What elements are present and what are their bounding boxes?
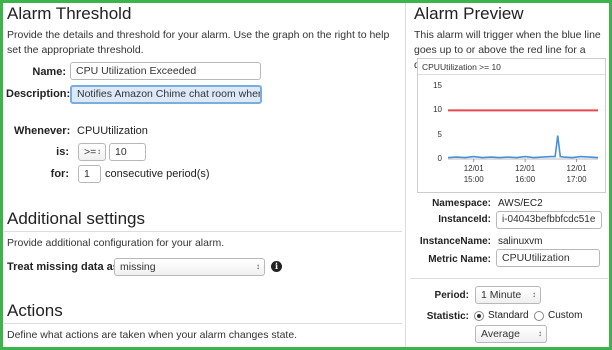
threshold-input[interactable]: 10 [109,143,146,161]
missing-data-label: Treat missing data as: [7,261,123,273]
missing-data-value: missing [120,261,156,273]
instancename-value: salinuxvm [498,236,543,247]
metric-line [447,135,599,159]
actions-title: Actions [7,301,63,320]
whenever-label: Whenever: [14,125,71,137]
chevron-updown-icon: ↕ [532,290,536,299]
divider [4,231,402,232]
description-label: Description: [6,88,71,100]
custom-radio[interactable] [534,311,544,321]
instanceid-field[interactable]: i-04043befbbfcdc51e [496,211,602,229]
period-value: 1 Minute [481,289,522,301]
actions-description: Define what actions are taken when your … [7,329,298,341]
operator-value: >= [84,146,97,158]
is-label: is: [56,146,69,158]
additional-settings-title: Additional settings [7,209,145,228]
info-icon[interactable]: i [271,261,282,272]
column-divider [405,3,406,347]
name-label: Name: [32,66,66,78]
instanceid-label: InstanceId: [438,214,491,225]
standard-radio-label[interactable]: Standard [488,310,529,321]
standard-radio[interactable] [474,311,484,321]
alarm-threshold-description: Provide the details and threshold for yo… [7,29,390,56]
instancename-label: InstanceName: [419,236,491,247]
description-input[interactable]: Notifies Amazon Chime chat room when CPU [70,85,262,104]
custom-radio-label[interactable]: Custom [548,310,582,321]
additional-settings-description: Provide additional configuration for you… [7,237,225,249]
period-select[interactable]: 1 Minute ↕ [475,286,541,304]
period-label: Period: [434,290,469,301]
alarm-preview-title: Alarm Preview [414,4,524,23]
periods-suffix: consecutive period(s) [105,168,210,180]
missing-data-select[interactable]: missing ↕ [114,258,265,276]
alarm-threshold-title: Alarm Threshold [7,4,132,23]
name-input[interactable]: CPU Utilization Exceeded [70,62,261,80]
for-label: for: [50,168,69,180]
chevron-updown-icon: ↕ [97,147,101,156]
chevron-updown-icon: ↕ [256,262,260,271]
namespace-label: Namespace: [432,198,491,209]
divider [410,278,608,279]
metric-name-label: Metric Name: [428,254,491,265]
statistic-value: Average [481,328,520,340]
alarm-preview-graph: CPUUtilization >= 10 15 10 5 0 12/01 15:00 12… [417,58,606,193]
namespace-value: AWS/EC2 [498,198,543,209]
divider [4,323,402,324]
chevron-updown-icon: ↕ [538,329,542,338]
metric-name-field[interactable]: CPUUtilization [496,249,600,267]
operator-select[interactable]: >= ↕ [78,143,106,161]
periods-input[interactable]: 1 [78,165,101,183]
whenever-metric: CPUUtilization [77,125,148,137]
statistic-select[interactable]: Average ↕ [475,325,547,343]
statistic-label: Statistic: [426,311,469,322]
line-chart [447,109,599,162]
